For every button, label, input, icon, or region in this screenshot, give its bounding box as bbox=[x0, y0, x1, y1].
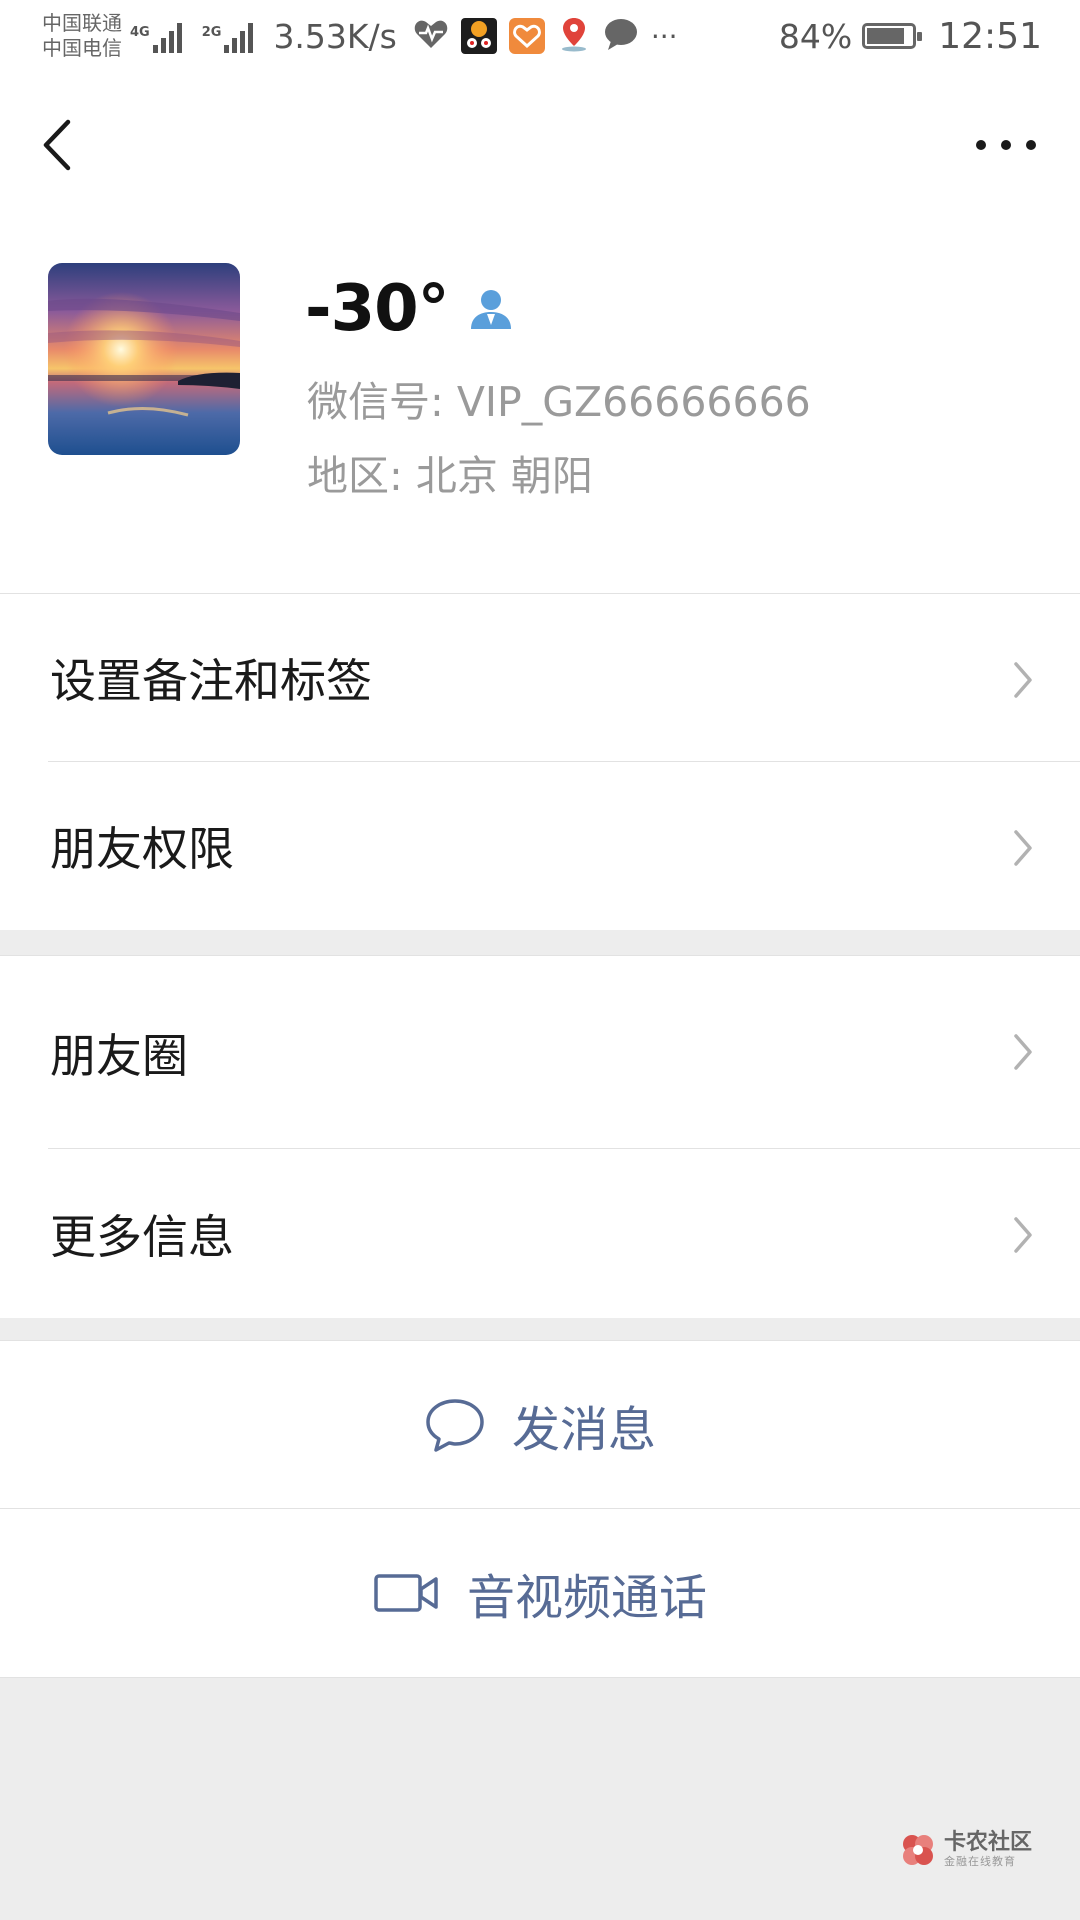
carrier-1: 中国联通 bbox=[42, 11, 122, 35]
chat-bubble-icon bbox=[603, 17, 639, 55]
health-heart-icon bbox=[508, 18, 545, 54]
action-group: 发消息 音视频通话 bbox=[0, 1340, 1080, 1678]
dot-icon bbox=[1001, 140, 1011, 150]
menu-group-2: 朋友圈 更多信息 bbox=[0, 955, 1080, 1318]
video-camera-icon bbox=[374, 1574, 438, 1612]
watermark-title: 卡农社区 bbox=[944, 1830, 1033, 1855]
watermark-logo-icon bbox=[903, 1835, 933, 1865]
more-options-button[interactable] bbox=[976, 134, 1036, 156]
watermark: 卡农社区 金融在线教育 bbox=[898, 1830, 1032, 1870]
battery-percent: 84% bbox=[778, 16, 853, 56]
status-right: 84% 12:51 bbox=[779, 16, 1042, 57]
signal-2: 2G bbox=[202, 19, 266, 53]
dot-icon bbox=[1026, 140, 1036, 150]
wechat-id: 微信号: VIP_GZ66666666 bbox=[307, 378, 811, 426]
sunset-avatar-image bbox=[48, 263, 240, 455]
heart-monitor-icon bbox=[413, 18, 449, 54]
chat-bubble-outline-icon bbox=[426, 1398, 484, 1452]
av-call-button[interactable]: 音视频通话 bbox=[0, 1509, 1080, 1677]
app-face-icon bbox=[460, 18, 497, 54]
status-bar: 中国联通 中国电信 4G 2G 3.53K/s ··· 84% 12:51 bbox=[0, 0, 1080, 72]
signal-2-type: 2G bbox=[201, 25, 222, 40]
av-call-label: 音视频通话 bbox=[466, 1570, 707, 1626]
contact-person-icon bbox=[470, 290, 511, 329]
clock: 12:51 bbox=[938, 15, 1042, 57]
chevron-right-icon bbox=[1014, 830, 1032, 866]
menu-item-friend-permissions[interactable]: 朋友权限 bbox=[0, 762, 1080, 930]
carrier-names: 中国联通 中国电信 bbox=[42, 11, 122, 61]
menu-item-label: 朋友权限 bbox=[50, 822, 234, 876]
dot-icon bbox=[976, 140, 986, 150]
signal-1: 4G bbox=[130, 19, 194, 53]
send-message-button[interactable]: 发消息 bbox=[0, 1341, 1080, 1509]
menu-item-label: 更多信息 bbox=[50, 1209, 234, 1264]
signal-bars-icon bbox=[152, 19, 182, 53]
region: 地区: 北京 朝阳 bbox=[307, 452, 593, 500]
profile-header: -30° 微信号: VIP_GZ66666666 地区: 北京 朝阳 bbox=[0, 218, 1080, 593]
signal-1-type: 4G bbox=[130, 25, 150, 40]
menu-item-more-info[interactable]: 更多信息 bbox=[0, 1149, 1080, 1318]
watermark-subtitle: 金融在线教育 bbox=[944, 1855, 1016, 1868]
avatar[interactable] bbox=[48, 263, 240, 455]
carrier-2: 中国电信 bbox=[42, 36, 122, 60]
menu-group-1: 设置备注和标签 朋友权限 bbox=[0, 593, 1080, 930]
chevron-right-icon bbox=[1014, 1034, 1032, 1070]
menu-item-label: 设置备注和标签 bbox=[50, 654, 372, 708]
menu-item-moments[interactable]: 朋友圈 bbox=[0, 956, 1080, 1149]
battery-fill bbox=[867, 28, 905, 44]
battery-icon bbox=[862, 23, 923, 49]
more-notifications-icon: ··· bbox=[650, 19, 678, 53]
send-message-label: 发消息 bbox=[511, 1401, 656, 1458]
chevron-right-icon bbox=[1014, 662, 1032, 698]
chevron-right-icon bbox=[1014, 1217, 1032, 1253]
nickname-row: -30° bbox=[305, 272, 515, 346]
top-nav bbox=[0, 72, 1080, 218]
menu-item-remarks-tags[interactable]: 设置备注和标签 bbox=[0, 594, 1080, 762]
menu-item-label: 朋友圈 bbox=[50, 1028, 188, 1083]
nickname: -30° bbox=[305, 272, 450, 346]
chevron-left-icon bbox=[43, 119, 71, 171]
notification-icons: ··· bbox=[413, 16, 678, 56]
map-pin-icon bbox=[557, 16, 591, 56]
back-button[interactable] bbox=[36, 114, 84, 176]
net-speed: 3.53K/s bbox=[273, 16, 397, 56]
signal-bars-icon bbox=[224, 19, 254, 53]
